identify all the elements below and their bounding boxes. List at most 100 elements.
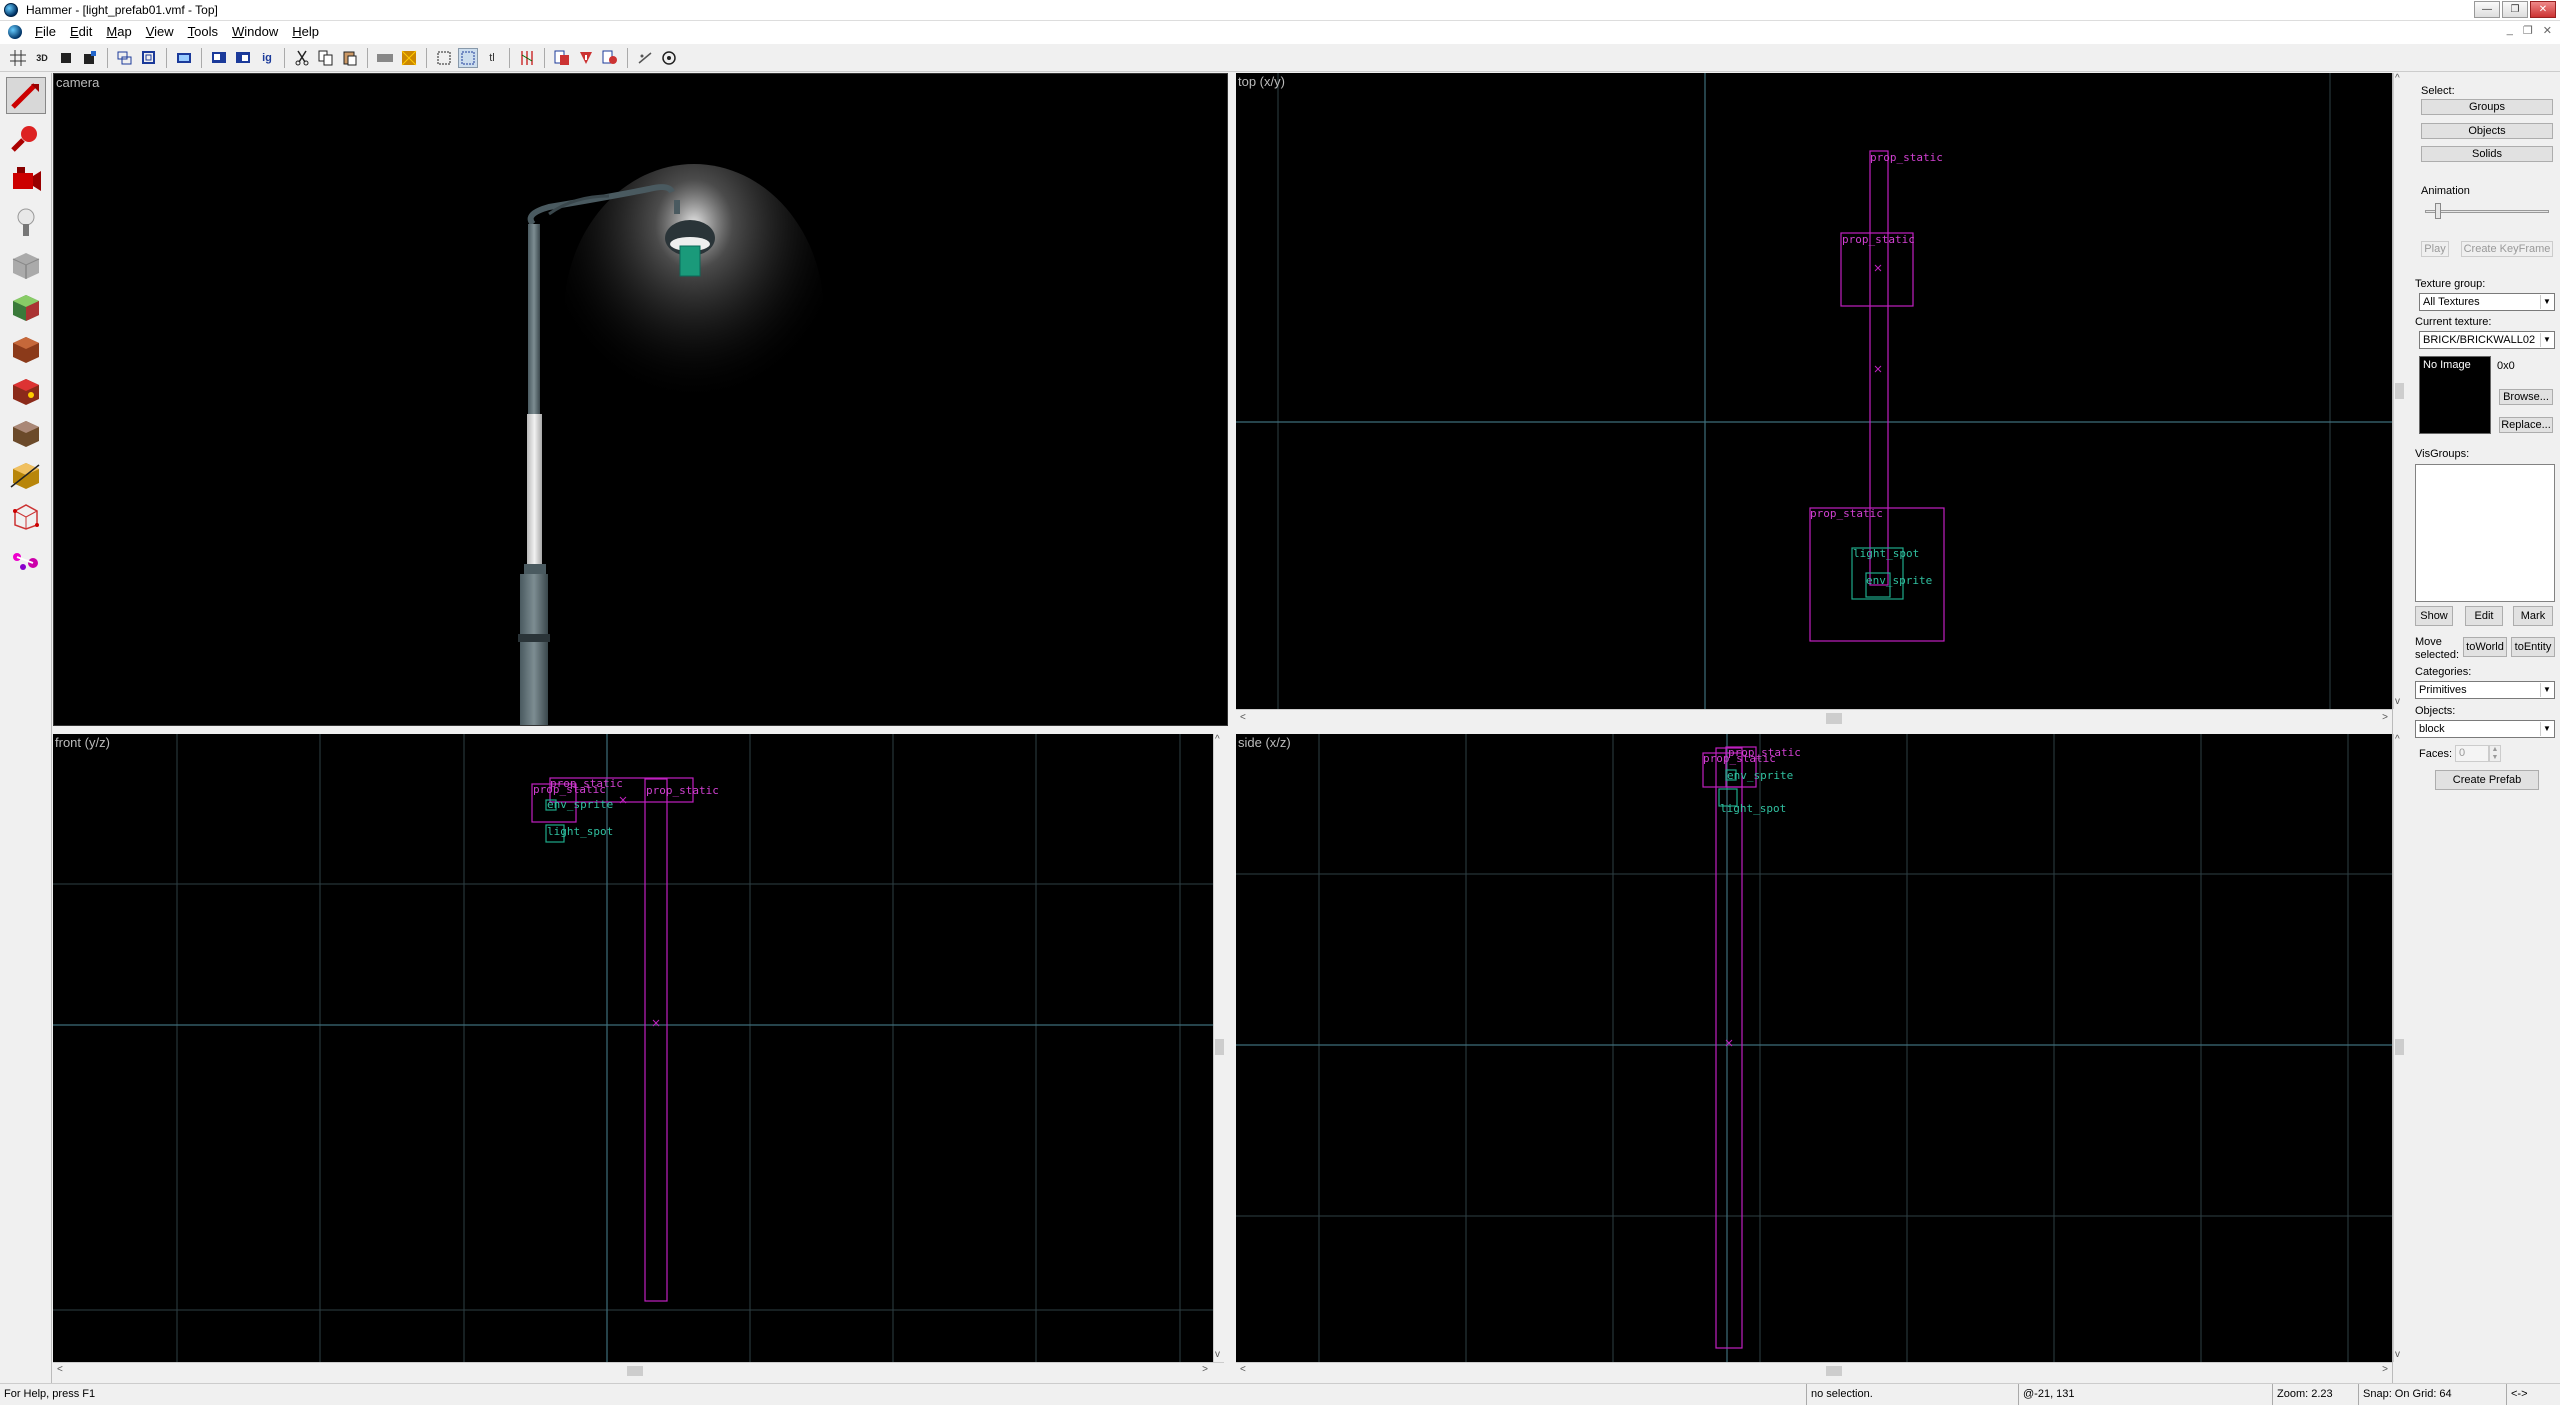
objects-label: Objects: [2415,705,2456,717]
visgroup-show-button[interactable]: Show [2415,606,2453,626]
overlay-tool-icon[interactable] [6,413,46,450]
animation-slider-thumb[interactable] [2435,203,2441,219]
menu-help[interactable]: Help [285,21,326,43]
status-help: For Help, press F1 [4,1388,96,1400]
current-texture-label: Current texture: [2415,316,2492,328]
selection-to-world-icon[interactable] [375,48,395,68]
toggle-text-icon[interactable]: tl [482,48,502,68]
texture-size: 0x0 [2497,360,2515,372]
to-entity-button[interactable]: toEntity [2511,637,2555,657]
categories-select[interactable]: Primitives ▼ [2415,681,2555,699]
camera-viewport[interactable]: camera [53,73,1228,726]
3d-grid-icon[interactable]: 3D [32,48,52,68]
create-keyframe-button[interactable]: Create KeyFrame [2461,241,2553,257]
top-viewport[interactable]: top (x/y) prop_static prop_static prop_s… [1236,73,2392,709]
main-toolbar: 3D ig tl [0,43,2560,72]
camera-settings-icon[interactable] [659,48,679,68]
play-button[interactable]: Play [2421,241,2449,257]
load-pointfile-icon[interactable] [600,48,620,68]
browse-button[interactable]: Browse... [2499,389,2553,405]
hide-selected-icon[interactable] [209,48,229,68]
texture-application-icon[interactable] [6,287,46,324]
animation-label: Animation [2421,185,2470,197]
vertex-tool-icon[interactable] [6,497,46,534]
copy-icon[interactable] [316,48,336,68]
viewport-right-scrollbar[interactable]: ^ v [2393,73,2404,709]
camera-tool-icon[interactable] [6,161,46,198]
apply-texture-icon[interactable] [6,329,46,366]
side-vertical-scrollbar-strip[interactable]: ^ v [2393,734,2404,1362]
faces-stepper[interactable]: ▲ ▼ [2489,745,2501,762]
texture-lock-icon[interactable] [399,48,419,68]
menu-edit[interactable]: Edit [63,21,99,43]
hammer-app-icon[interactable] [4,3,18,17]
no-image-text: No Image [2423,359,2471,371]
prop-static-label: prop_static [1810,507,1883,520]
side-viewport[interactable]: side (x/z) prop_static prop_static env_s… [1236,734,2392,1362]
menu-file[interactable]: File [28,21,63,43]
select-mode-icon[interactable] [458,47,478,68]
restore-button[interactable]: ❐ [2502,1,2528,18]
side-horizontal-scrollbar[interactable]: < > [1236,1362,2392,1378]
front-viewport[interactable]: front (y/z) prop_static prop_static prop… [53,734,1213,1362]
grid-larger-icon[interactable] [80,48,100,68]
top-view-grid: prop_static prop_static prop_static ligh… [1236,73,2392,709]
texture-group-select[interactable]: All Textures ▼ [2419,293,2555,311]
select-solids-button[interactable]: Solids [2421,146,2553,162]
selection-tool-icon[interactable] [6,77,46,114]
hollow-icon[interactable] [139,48,159,68]
create-prefab-button[interactable]: Create Prefab [2435,770,2539,790]
run-map-icon[interactable] [552,48,572,68]
menu-map[interactable]: Map [99,21,138,43]
entity-tool-icon[interactable] [6,203,46,240]
move-selected-label: Move [2415,636,2442,648]
mdi-restore-icon[interactable]: ❐ [2523,24,2533,37]
check-problems-icon[interactable] [576,48,596,68]
title-bar: Hammer - [light_prefab01.vmf - Top] — ❐ … [0,0,2560,21]
front-horizontal-scrollbar[interactable]: < > [53,1362,1224,1378]
block-tool-icon[interactable] [6,245,46,282]
chevron-down-icon: ▼ [2540,683,2553,697]
ignore-groups-icon[interactable]: ig [257,48,277,68]
minimize-button[interactable]: — [2474,1,2500,18]
side-viewport-label: side (x/z) [1238,735,1291,750]
menu-window[interactable]: Window [225,21,285,43]
select-objects-button[interactable]: Objects [2421,123,2553,139]
replace-button[interactable]: Replace... [2499,417,2553,433]
status-selection: no selection. [1806,1384,2018,1405]
visgroup-edit-button[interactable]: Edit [2465,606,2503,626]
mdi-close-icon[interactable]: ✕ [2543,24,2552,37]
grid-smaller-icon[interactable] [56,48,76,68]
cordon-icon[interactable] [517,48,537,68]
mdi-minimize-icon[interactable]: _ [2507,24,2513,37]
top-horizontal-scrollbar[interactable]: < > [1236,709,2392,726]
to-world-button[interactable]: toWorld [2463,637,2507,657]
prop-static-label: prop_static [646,784,719,797]
current-texture-select[interactable]: BRICK/BRICKWALL02 ▼ [2419,331,2555,349]
faces-input[interactable]: 0 [2455,745,2489,762]
document-icon[interactable] [8,25,22,39]
visgroup-mark-button[interactable]: Mark [2513,606,2553,626]
front-vertical-scrollbar[interactable]: ^ v [1213,734,1224,1362]
magnify-tool-icon[interactable] [6,119,46,156]
visgroups-list[interactable] [2415,464,2555,602]
toggle-3d-filter-icon[interactable] [635,48,655,68]
objects-select[interactable]: block ▼ [2415,720,2555,738]
menu-tools[interactable]: Tools [181,21,225,43]
clipping-tool-icon[interactable] [6,455,46,492]
select-groups-button[interactable]: Groups [2421,99,2553,115]
animation-slider[interactable] [2421,201,2553,223]
path-tool-icon[interactable] [6,539,46,576]
cut-icon[interactable] [292,48,312,68]
paste-icon[interactable] [340,48,360,68]
tool-palette [0,73,52,1383]
faces-label: Faces: [2419,748,2453,760]
grid-toggle-icon[interactable] [8,48,28,68]
group-icon[interactable] [174,48,194,68]
decal-tool-icon[interactable] [6,371,46,408]
menu-view[interactable]: View [139,21,181,43]
hide-unselected-icon[interactable] [233,48,253,68]
close-button[interactable]: ✕ [2530,1,2556,18]
carve-icon[interactable] [115,48,135,68]
toggle-helpers-icon[interactable] [434,48,454,68]
